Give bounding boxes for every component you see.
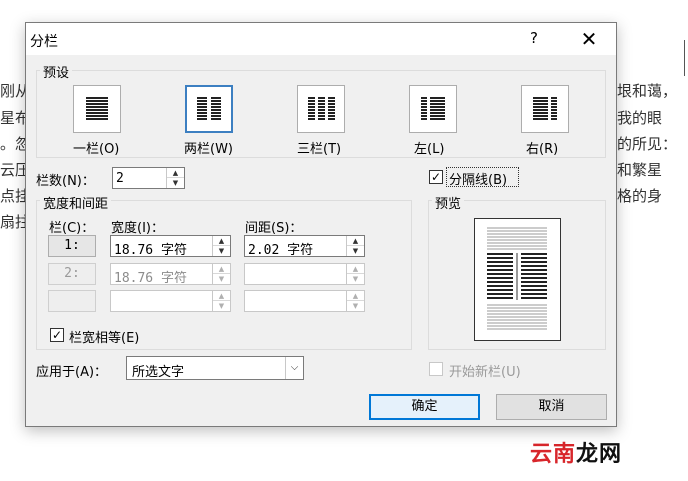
column-number-button[interactable]: 1: bbox=[48, 235, 96, 257]
preset-two-columns[interactable] bbox=[185, 85, 233, 133]
doc-line: 我的眼 bbox=[617, 109, 663, 127]
two-columns-icon bbox=[197, 97, 221, 120]
width-input-col3: ▲ ▼ bbox=[110, 290, 231, 312]
spin-down-icon: ▼ bbox=[352, 302, 359, 310]
preset-right-label: 右(R) bbox=[526, 142, 559, 157]
preset-two-columns-label: 两栏(W) bbox=[184, 142, 233, 157]
column-number-button bbox=[48, 290, 96, 312]
chevron-down-icon[interactable]: ⌵ bbox=[285, 357, 303, 379]
column-count-spinner[interactable]: 2 ▲ ▼ bbox=[112, 167, 185, 189]
spin-up-icon[interactable]: ▲ bbox=[167, 168, 184, 178]
separator-checkbox[interactable]: ✓ bbox=[429, 170, 443, 184]
preset-three-columns-label: 三栏(T) bbox=[297, 142, 342, 157]
spacing-header: 间距(S)： bbox=[245, 221, 303, 236]
cancel-button[interactable]: 取消 bbox=[496, 394, 607, 420]
title-bar[interactable]: 分栏 ? ✕ bbox=[26, 23, 616, 55]
spin-down-icon: ▼ bbox=[352, 275, 359, 283]
preset-left-label: 左(L) bbox=[414, 142, 445, 157]
width-spacing-group-label: 宽度和间距 bbox=[40, 193, 112, 212]
dialog-title: 分栏 bbox=[30, 34, 58, 50]
spin-up-icon: ▲ bbox=[213, 291, 230, 301]
doc-line: 垠和蔼， bbox=[617, 82, 678, 100]
spin-down-icon[interactable]: ▼ bbox=[213, 246, 230, 256]
preset-three-columns[interactable] bbox=[297, 85, 345, 133]
doc-line: 和繁星 bbox=[617, 161, 663, 179]
new-column-checkbox bbox=[429, 362, 443, 376]
preset-left[interactable] bbox=[409, 85, 457, 133]
preview-group-label: 预览 bbox=[432, 193, 465, 212]
width-header: 宽度(I)： bbox=[111, 221, 164, 236]
spacing-input-col3: ▲ ▼ bbox=[244, 290, 365, 312]
preset-one-column-label: 一栏(O) bbox=[73, 142, 120, 157]
doc-line: 格的身 bbox=[617, 187, 663, 205]
spin-down-icon: ▼ bbox=[218, 275, 225, 283]
two-column-preview-icon bbox=[487, 227, 547, 330]
width-input-col2: 18.76 字符 ▲ ▼ bbox=[110, 263, 231, 286]
spin-up-icon[interactable]: ▲ bbox=[213, 236, 230, 246]
preset-right[interactable] bbox=[521, 85, 569, 133]
apply-to-value: 所选文字 bbox=[132, 365, 185, 380]
spin-up-icon[interactable]: ▲ bbox=[347, 236, 364, 246]
left-narrow-column-icon bbox=[421, 97, 445, 120]
close-button[interactable]: ✕ bbox=[571, 26, 607, 52]
watermark-logo: 云南龙网 bbox=[530, 442, 623, 467]
equal-width-label[interactable]: 栏宽相等(E) bbox=[69, 327, 139, 346]
text-cursor bbox=[684, 40, 685, 76]
three-columns-icon bbox=[308, 97, 335, 120]
preset-one-column[interactable] bbox=[73, 85, 121, 133]
right-narrow-column-icon bbox=[533, 97, 557, 120]
separator-label[interactable]: 分隔线(B) bbox=[449, 169, 507, 188]
column-count-value: 2 bbox=[116, 171, 124, 186]
spin-down-icon[interactable]: ▼ bbox=[167, 178, 184, 188]
column-header: 栏(C)： bbox=[49, 221, 95, 236]
one-column-icon bbox=[86, 96, 108, 122]
columns-dialog: 分栏 ? ✕ 预设 一栏(O) 两栏(W) 三栏(T) 左(L) 右(R) 栏数… bbox=[25, 22, 617, 427]
apply-to-dropdown[interactable]: 所选文字 ⌵ bbox=[126, 356, 304, 380]
spin-down-icon[interactable]: ▼ bbox=[347, 246, 364, 256]
ok-button[interactable]: 确定 bbox=[369, 394, 480, 420]
preview-page bbox=[474, 218, 561, 341]
width-input-col1[interactable]: 18.76 字符 ▲ ▼ bbox=[110, 235, 231, 258]
new-column-label: 开始新栏(U) bbox=[449, 365, 521, 380]
help-button[interactable]: ? bbox=[522, 29, 546, 51]
apply-to-label: 应用于(A)： bbox=[36, 365, 108, 380]
doc-line: 的所见： bbox=[617, 135, 678, 153]
column-number-button: 2: bbox=[48, 263, 96, 285]
spin-down-icon: ▼ bbox=[218, 302, 225, 310]
spin-up-icon: ▲ bbox=[347, 291, 364, 301]
spin-up-icon: ▲ bbox=[347, 264, 364, 274]
spin-up-icon: ▲ bbox=[213, 264, 230, 274]
equal-width-checkbox[interactable]: ✓ bbox=[50, 328, 64, 342]
presets-group-label: 预设 bbox=[40, 62, 73, 81]
spacing-input-col2: ▲ ▼ bbox=[244, 263, 365, 285]
spacing-input-col1[interactable]: 2.02 字符 ▲ ▼ bbox=[244, 235, 365, 258]
column-count-label: 栏数(N)： bbox=[36, 174, 95, 189]
